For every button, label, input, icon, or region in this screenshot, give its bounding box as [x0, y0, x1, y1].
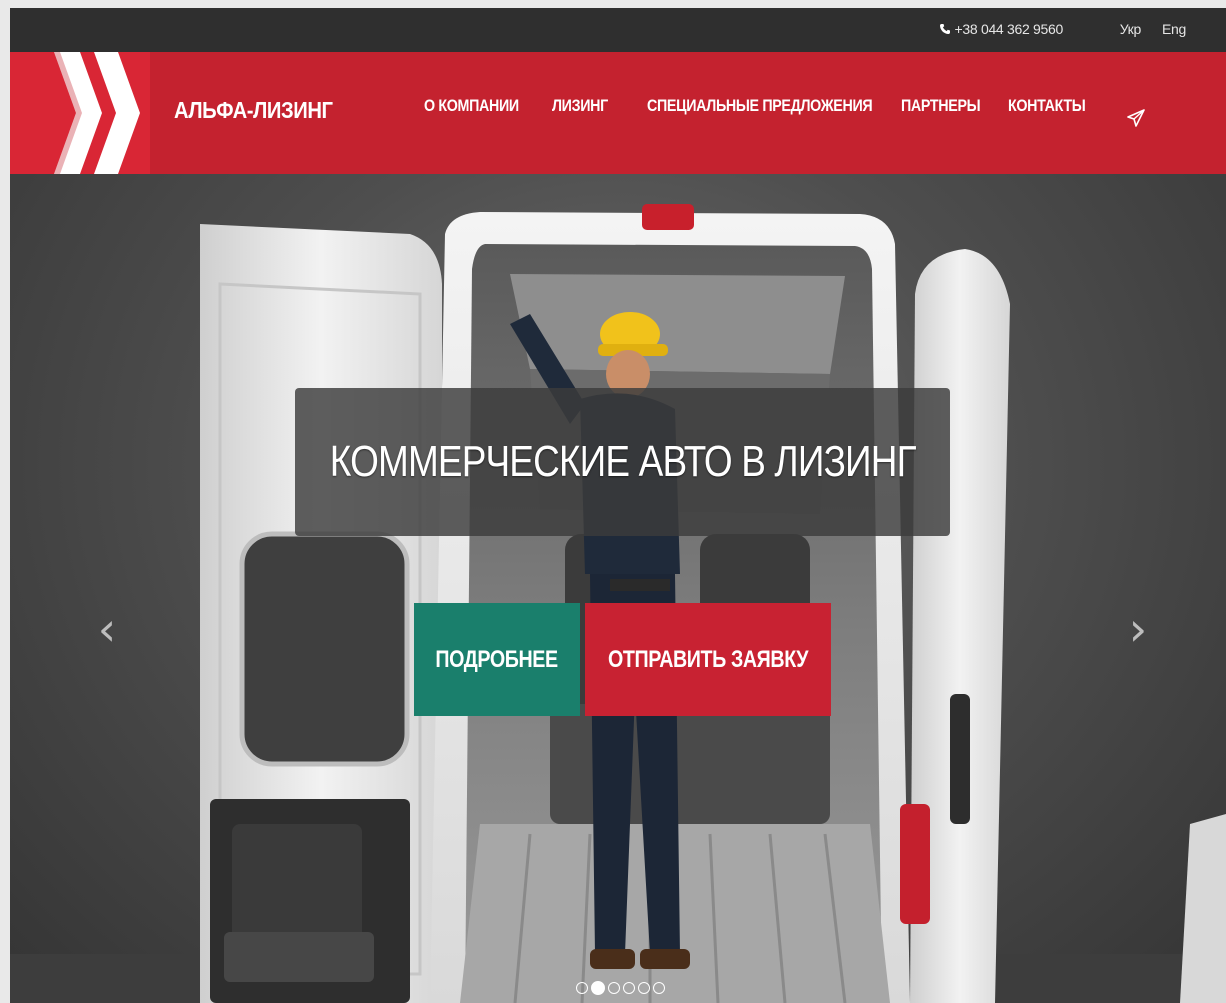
send-request-button[interactable]: ОТПРАВИТЬ ЗАЯВКУ: [585, 603, 831, 716]
paper-plane-icon[interactable]: [1126, 108, 1146, 128]
top-bar: +38 044 362 9560 Укр Eng: [10, 8, 1226, 52]
more-button[interactable]: ПОДРОБНЕЕ: [414, 603, 580, 716]
nav-item-special-offers[interactable]: СПЕЦИАЛЬНЫЕ ПРЕДЛОЖЕНИЯ: [647, 96, 873, 116]
main-header: АЛЬФА-ЛИЗИНГ О КОМПАНИИ ЛИЗИНГ СПЕЦИАЛЬН…: [10, 52, 1226, 174]
slide-indicators: [576, 981, 665, 995]
slide-dot[interactable]: [653, 982, 665, 994]
logo-chevrons-icon[interactable]: [10, 52, 150, 174]
slide-dot[interactable]: [638, 982, 650, 994]
nav-item-leasing[interactable]: ЛИЗИНГ: [552, 96, 608, 116]
nav-item-contacts[interactable]: КОНТАКТЫ: [1008, 96, 1086, 116]
slide-caption: КОММЕРЧЕСКИЕ АВТО В ЛИЗИНГ: [295, 388, 950, 536]
language-english-link[interactable]: Eng: [1162, 21, 1186, 37]
page: +38 044 362 9560 Укр Eng АЛЬФА-ЛИЗИНГ О …: [10, 8, 1226, 1003]
phone-contact[interactable]: +38 044 362 9560: [939, 21, 1063, 37]
brand-name[interactable]: АЛЬФА-ЛИЗИНГ: [174, 97, 333, 124]
prev-slide-chevron-icon[interactable]: ‹: [92, 604, 122, 654]
slide-title: КОММЕРЧЕСКИЕ АВТО В ЛИЗИНГ: [329, 437, 916, 486]
nav-item-partners[interactable]: ПАРТНЕРЫ: [901, 96, 981, 116]
next-slide-chevron-icon[interactable]: ›: [1123, 604, 1153, 654]
hero-slider: КОММЕРЧЕСКИЕ АВТО В ЛИЗИНГ ПОДРОБНЕЕ ОТП…: [10, 174, 1226, 1003]
more-button-label: ПОДРОБНЕЕ: [435, 645, 559, 673]
phone-number: +38 044 362 9560: [954, 21, 1064, 37]
send-request-button-label: ОТПРАВИТЬ ЗАЯВКУ: [607, 645, 809, 673]
slide-dot-active[interactable]: [591, 981, 605, 995]
slide-dot[interactable]: [576, 982, 588, 994]
slide-dot[interactable]: [623, 982, 635, 994]
language-ukrainian-link[interactable]: Укр: [1120, 21, 1142, 37]
van-photo: [10, 204, 1226, 1003]
slide-dot[interactable]: [608, 982, 620, 994]
nav-item-about[interactable]: О КОМПАНИИ: [424, 96, 519, 116]
phone-icon: [939, 23, 951, 35]
